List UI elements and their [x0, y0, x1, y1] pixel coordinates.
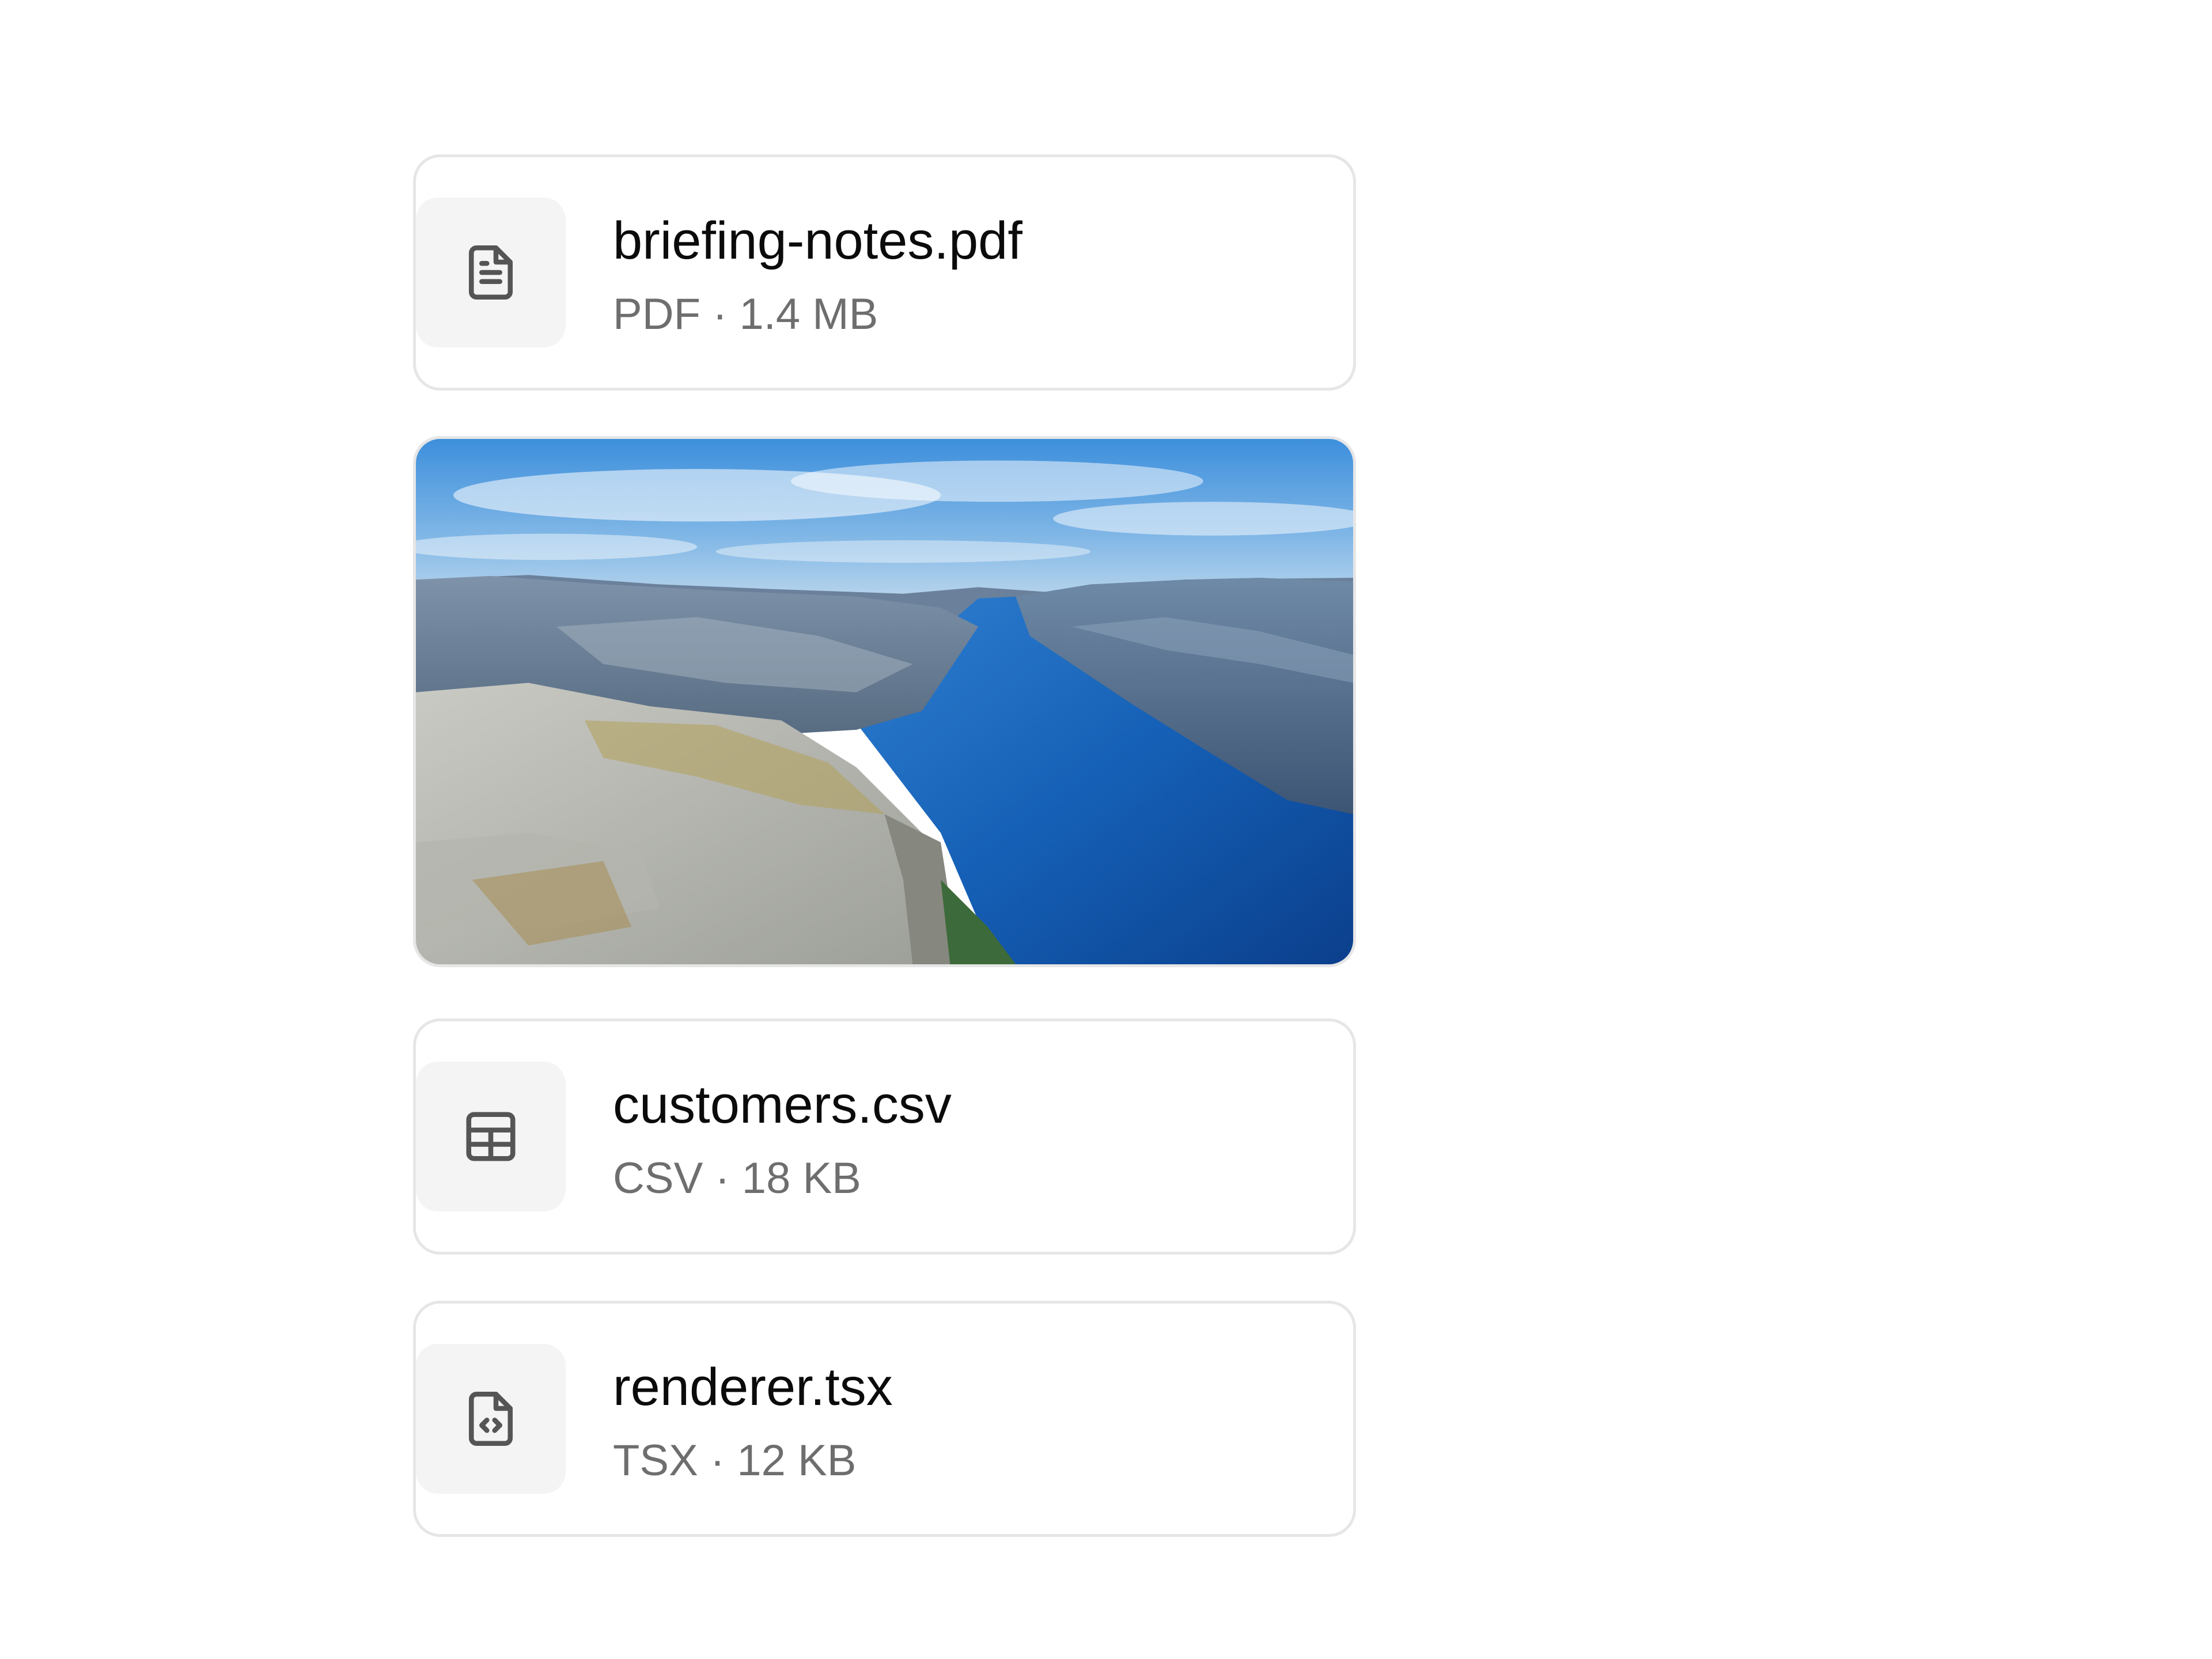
- attachment-list: briefing-notes.pdf PDF · 1.4 MB customer…: [0, 0, 2212, 1659]
- fjord-landscape-image: [416, 439, 1353, 964]
- code-file-icon: [468, 1391, 513, 1446]
- document-icon: [468, 245, 513, 300]
- file-name: customers.csv: [613, 1075, 952, 1134]
- file-name: briefing-notes.pdf: [613, 211, 1022, 270]
- file-meta: PDF · 1.4 MB: [613, 290, 878, 339]
- image-attachment[interactable]: [413, 436, 1356, 967]
- file-icon-tile: [416, 198, 566, 347]
- file-card-csv[interactable]: customers.csv CSV · 18 KB: [413, 1018, 1356, 1255]
- file-meta: CSV · 18 KB: [613, 1154, 861, 1203]
- file-card-tsx[interactable]: renderer.tsx TSX · 12 KB: [413, 1301, 1356, 1537]
- file-meta: TSX · 12 KB: [613, 1436, 857, 1485]
- file-icon-tile: [416, 1344, 566, 1494]
- file-icon-tile: [416, 1062, 566, 1211]
- file-name: renderer.tsx: [613, 1358, 893, 1416]
- file-card-pdf[interactable]: briefing-notes.pdf PDF · 1.4 MB: [413, 154, 1356, 391]
- table-icon: [466, 1112, 516, 1161]
